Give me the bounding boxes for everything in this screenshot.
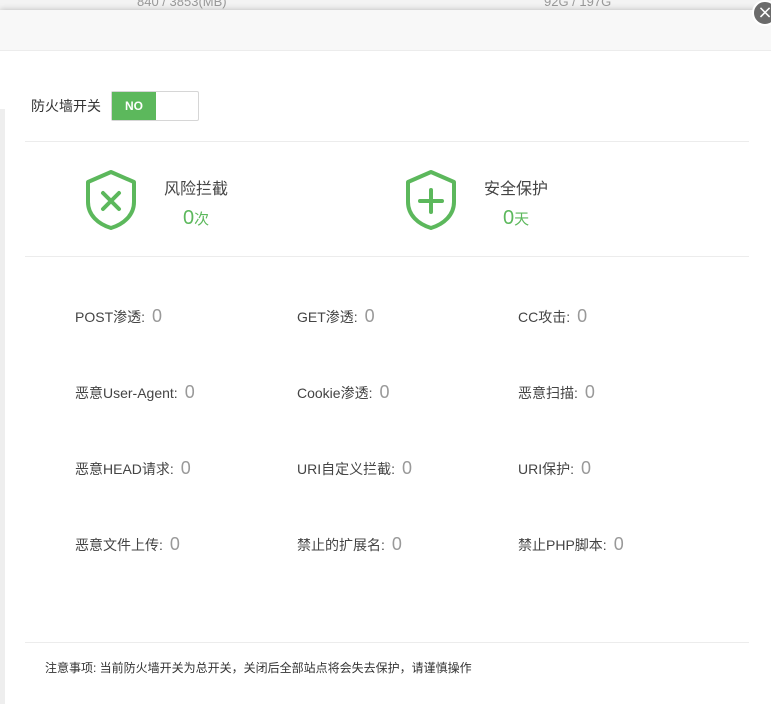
close-icon[interactable]: × xyxy=(752,0,771,26)
shield-x-icon xyxy=(86,170,136,230)
metric-label: POST渗透: xyxy=(75,309,146,325)
metric-value: 0 xyxy=(581,458,592,478)
metric-label: 禁止的扩展名: xyxy=(297,537,385,553)
metric-value: 0 xyxy=(584,382,595,402)
metric-value: 0 xyxy=(391,534,402,554)
metric-item: 恶意扫描: 0 xyxy=(518,382,595,403)
metric-label: Cookie渗透: xyxy=(297,385,373,401)
metric-value: 0 xyxy=(169,534,180,554)
metric-value: 0 xyxy=(180,458,191,478)
metric-label: 恶意扫描: xyxy=(518,385,578,401)
metric-value: 0 xyxy=(577,306,588,326)
stat-title: 安全保护 xyxy=(484,181,549,198)
metric-item: URI自定义拦截: 0 xyxy=(297,458,412,479)
memory-usage-text: 840 / 3853(MB) xyxy=(137,0,227,9)
stat-value: 0 xyxy=(182,207,195,229)
metric-label: CC攻击: xyxy=(518,309,571,325)
stat-value: 0 xyxy=(502,207,515,229)
metric-value: 0 xyxy=(613,534,624,554)
modal-body: 防火墙开关 NO 风险拦截 0次 安全保护 0天 POST渗透: 0 GET渗透… xyxy=(0,51,771,704)
metric-item: URI保护: 0 xyxy=(518,458,591,479)
firewall-switch-row: 防火墙开关 NO xyxy=(31,91,199,121)
metric-label: GET渗透: xyxy=(297,309,358,325)
metric-item: 恶意User-Agent: 0 xyxy=(75,382,195,403)
stat-title: 风险拦截 xyxy=(164,181,229,198)
divider xyxy=(25,256,749,257)
notice-text: 注意事项: 当前防火墙开关为总开关，关闭后全部站点将会失去保护，请谨慎操作 xyxy=(45,661,472,675)
metric-item: 禁止的扩展名: 0 xyxy=(297,534,402,555)
metric-item: 禁止PHP脚本: 0 xyxy=(518,534,624,555)
stat-security-protection: 安全保护 0天 xyxy=(404,169,548,231)
metric-item: POST渗透: 0 xyxy=(75,306,162,327)
stat-unit: 天 xyxy=(514,211,530,228)
left-stripe xyxy=(0,109,5,704)
metric-value: 0 xyxy=(364,306,375,326)
toggle-state: NO xyxy=(112,92,156,120)
metric-item: 恶意文件上传: 0 xyxy=(75,534,180,555)
disk-usage-text: 92G / 197G xyxy=(544,0,612,9)
shield-plus-icon xyxy=(406,170,456,230)
metric-value: 0 xyxy=(402,458,413,478)
metric-label: 恶意文件上传: xyxy=(75,537,163,553)
metric-value: 0 xyxy=(184,382,195,402)
firewall-modal: 防火墙开关 NO 风险拦截 0次 安全保护 0天 POST渗透: 0 GET渗透… xyxy=(0,10,771,704)
stat-unit: 次 xyxy=(194,211,210,228)
firewall-toggle[interactable]: NO xyxy=(111,91,199,121)
metric-item: Cookie渗透: 0 xyxy=(297,382,389,403)
metric-item: CC攻击: 0 xyxy=(518,306,587,327)
metric-label: 恶意User-Agent: xyxy=(75,385,178,401)
metric-value: 0 xyxy=(152,306,163,326)
metric-label: 禁止PHP脚本: xyxy=(518,537,607,553)
metric-item: GET渗透: 0 xyxy=(297,306,375,327)
metric-label: URI自定义拦截: xyxy=(297,461,395,477)
divider xyxy=(25,642,749,643)
firewall-switch-label: 防火墙开关 xyxy=(31,98,101,114)
metric-value: 0 xyxy=(379,382,390,402)
stat-risk-intercept: 风险拦截 0次 xyxy=(84,169,228,231)
divider xyxy=(25,141,749,142)
metric-label: URI保护: xyxy=(518,461,574,477)
metric-label: 恶意HEAD请求: xyxy=(75,461,174,477)
modal-header xyxy=(0,10,771,51)
metric-item: 恶意HEAD请求: 0 xyxy=(75,458,191,479)
